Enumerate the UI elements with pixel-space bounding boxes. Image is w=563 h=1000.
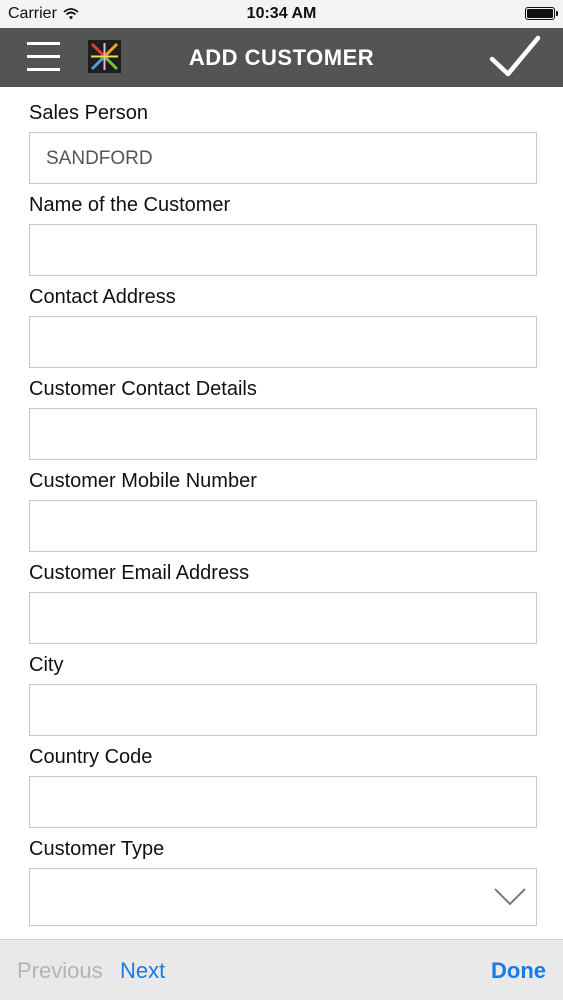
customer-type-select[interactable]: [29, 868, 537, 926]
sales-person-field[interactable]: SANDFORD: [29, 132, 537, 184]
email-address-field[interactable]: [29, 592, 537, 644]
contact-details-field[interactable]: [29, 408, 537, 460]
next-button[interactable]: Next: [120, 958, 165, 984]
previous-button[interactable]: Previous: [17, 958, 103, 984]
page-title: ADD CUSTOMER: [188, 45, 375, 70]
customer-type-label: Customer Type: [29, 838, 165, 860]
mobile-number-field[interactable]: [29, 500, 537, 552]
keyboard-toolbar: Previous Next Done: [0, 939, 563, 1000]
contact-address-field[interactable]: [29, 316, 537, 368]
chevron-down-icon: [494, 888, 526, 906]
save-checkmark-icon[interactable]: [489, 34, 541, 80]
status-time: 10:34 AM: [246, 5, 317, 22]
add-customer-form: Sales Person SANDFORD Name of the Custom…: [29, 100, 537, 934]
city-label: City: [29, 654, 64, 676]
city-field[interactable]: [29, 684, 537, 736]
contact-address-label: Contact Address: [29, 286, 176, 308]
email-address-label: Customer Email Address: [29, 562, 250, 584]
contact-details-label: Customer Contact Details: [29, 378, 257, 400]
customer-name-field[interactable]: [29, 224, 537, 276]
nav-bar: ADD CUSTOMER: [0, 28, 563, 87]
customer-name-label: Name of the Customer: [29, 194, 231, 216]
country-code-field[interactable]: [29, 776, 537, 828]
battery-icon: [525, 7, 558, 20]
mobile-number-label: Customer Mobile Number: [29, 470, 257, 492]
country-code-label: Country Code: [29, 746, 153, 768]
done-button[interactable]: Done: [491, 958, 546, 984]
sales-person-label: Sales Person: [29, 102, 148, 124]
status-bar: Carrier 10:34 AM: [0, 0, 563, 28]
